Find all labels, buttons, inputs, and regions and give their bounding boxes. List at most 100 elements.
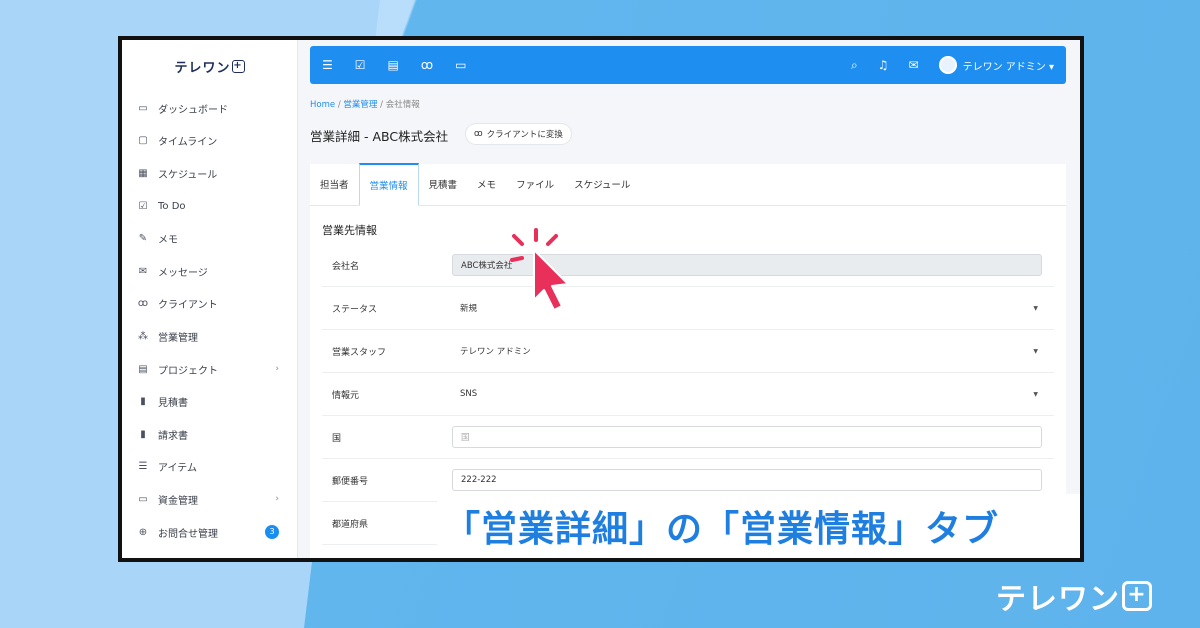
form-row-company: 会社名 ABC株式会社	[322, 244, 1054, 287]
country-input[interactable]: 国	[452, 426, 1042, 448]
user-name: テレワン アドミン	[962, 61, 1046, 73]
field-label: 国	[332, 433, 342, 444]
field-value: テレワン アドミン	[460, 347, 531, 357]
monitor-icon[interactable]: ▭	[455, 58, 466, 72]
users-icon[interactable]: ꝏ	[421, 58, 433, 72]
chevron-right-icon: ›	[275, 364, 279, 375]
sidebar-item-memo[interactable]: ✎ メモ	[122, 222, 297, 255]
breadcrumb-sales[interactable]: 営業管理	[343, 100, 377, 110]
sidebar-item-label: To Do	[158, 200, 186, 212]
logo-plus-icon: +	[231, 59, 245, 73]
tab-files[interactable]: ファイル	[506, 163, 564, 205]
chevron-right-icon: ›	[275, 494, 279, 505]
check-square-icon[interactable]: ☑	[355, 58, 366, 72]
convert-to-client-button[interactable]: ꝏ クライアントに変換	[466, 124, 571, 144]
calendar-icon: ▦	[138, 167, 148, 179]
sidebar-item-label: メモ	[158, 235, 178, 247]
sidebar-item-timeline[interactable]: ▢ タイムライン	[122, 125, 297, 158]
click-cursor-icon	[510, 228, 569, 311]
menu-icon[interactable]: ☰	[322, 58, 333, 72]
field-label: 郵便番号	[332, 476, 369, 487]
field-label: 情報元	[332, 390, 360, 401]
field-value: 新規	[460, 304, 478, 314]
file-text-icon: ▮	[140, 428, 146, 440]
monitor-icon: ▭	[138, 102, 148, 114]
sidebar-item-items[interactable]: ☰ アイテム	[122, 451, 297, 484]
sidebar-item-label: 資金管理	[158, 495, 198, 507]
tab-bar: 担当者 営業情報 見積書 メモ ファイル スケジュール	[310, 163, 1066, 206]
avatar[interactable]	[938, 56, 957, 74]
sidebar: テレワン + ▭ ダッシュボード ▢ タイムライン ▦ スケジュール ☑ To …	[122, 40, 298, 558]
source-select[interactable]: SNS ▼	[452, 383, 1042, 405]
list-icon: ☰	[138, 461, 148, 473]
form-row-status: ステータス 新規 ▼	[322, 287, 1054, 330]
breadcrumb-current: 会社情報	[385, 100, 420, 110]
plus-icon: +	[1122, 581, 1152, 611]
convert-button-label: クライアントに変換	[486, 130, 563, 140]
envelope-icon: ✉	[138, 265, 148, 277]
sidebar-item-inquiry[interactable]: ⊕ お問合せ管理 3	[122, 516, 297, 549]
caret-down-icon: ▾	[1048, 61, 1054, 73]
field-value: ABC株式会社	[461, 261, 513, 271]
field-value: SNS	[460, 389, 478, 399]
field-label: 会社名	[332, 261, 360, 272]
tab-estimate[interactable]: 見積書	[419, 163, 468, 205]
sidebar-item-label: お問合せ管理	[158, 528, 218, 540]
tab-memo[interactable]: メモ	[467, 163, 506, 205]
sidebar-item-funds[interactable]: ▭ 資金管理 ›	[122, 483, 297, 516]
sidebar-item-message[interactable]: ✉ メッセージ	[122, 255, 297, 288]
form-row-country: 国 国	[322, 416, 1054, 459]
field-label: ステータス	[332, 304, 378, 315]
section-title: 営業先情報	[322, 224, 377, 237]
square-icon: ▢	[138, 135, 148, 147]
bell-icon[interactable]: ♫	[878, 58, 889, 72]
app-window: テレワン + ▭ ダッシュボード ▢ タイムライン ▦ スケジュール ☑ To …	[118, 36, 1084, 562]
sidebar-item-label: アイテム	[158, 463, 197, 475]
top-navbar: ☰ ☑ ▤ ꝏ ▭ ⌕ ♫ ✉ テレワン アドミン ▾	[310, 46, 1066, 84]
breadcrumb: Home / 営業管理 / 会社情報	[310, 98, 420, 110]
money-icon: ▭	[138, 493, 148, 505]
envelope-icon[interactable]: ✉	[909, 58, 919, 72]
lifebuoy-icon: ⊕	[138, 526, 148, 538]
sidebar-item-label: メッセージ	[158, 267, 208, 279]
field-label: 都道府県	[332, 519, 369, 530]
sidebar-item-label: クライアント	[158, 300, 218, 312]
sidebar-item-sales[interactable]: ⁂ 営業管理	[122, 320, 297, 353]
sidebar-item-label: プロジェクト	[158, 365, 218, 377]
sidebar-item-invoice[interactable]: ▮ 請求書	[122, 418, 297, 451]
briefcase-icon: ▤	[138, 363, 148, 375]
sidebar-logo[interactable]: テレワン +	[122, 40, 297, 92]
field-label: 営業スタッフ	[332, 347, 387, 358]
caret-down-icon: ▼	[1033, 347, 1038, 355]
sales-staff-select[interactable]: テレワン アドミン ▼	[452, 340, 1042, 362]
sidebar-item-client[interactable]: ꝏ クライアント	[122, 288, 297, 321]
topbar-right: ⌕ ♫ ✉ テレワン アドミン ▾	[851, 56, 1054, 74]
field-placeholder: 国	[461, 433, 470, 443]
sidebar-item-label: 営業管理	[158, 332, 198, 344]
sidebar-item-schedule[interactable]: ▦ スケジュール	[122, 157, 297, 190]
tab-sales-info[interactable]: 営業情報	[358, 163, 419, 206]
breadcrumb-home[interactable]: Home	[310, 100, 335, 110]
brand-text: テレワン	[996, 582, 1120, 617]
postal-code-input[interactable]: 222-222	[452, 469, 1042, 491]
sidebar-item-label: 見積書	[158, 398, 188, 410]
network-icon: ⁂	[138, 330, 148, 342]
file-icon: ▮	[140, 396, 146, 408]
field-value: 222-222	[461, 475, 497, 485]
briefcase-icon[interactable]: ▤	[388, 58, 399, 72]
sidebar-item-project[interactable]: ▤ プロジェクト ›	[122, 353, 297, 386]
tab-contact[interactable]: 担当者	[310, 163, 359, 205]
logo-text: テレワン	[174, 60, 231, 76]
sidebar-item-estimate[interactable]: ▮ 見積書	[122, 385, 297, 418]
search-icon[interactable]: ⌕	[851, 58, 858, 73]
sidebar-item-label: スケジュール	[158, 169, 218, 181]
user-menu[interactable]: テレワン アドミン ▾	[963, 58, 1054, 73]
sidebar-item-label: タイムライン	[158, 137, 218, 149]
caret-down-icon: ▼	[1033, 390, 1038, 398]
users-icon: ꝏ	[137, 298, 149, 310]
sidebar-item-todo[interactable]: ☑ To Do	[122, 190, 297, 223]
sidebar-item-dashboard[interactable]: ▭ ダッシュボード	[122, 92, 297, 125]
tab-schedule[interactable]: スケジュール	[564, 163, 640, 205]
caret-down-icon: ▼	[1033, 304, 1038, 312]
brand-logo: テレワン +	[996, 574, 1152, 618]
